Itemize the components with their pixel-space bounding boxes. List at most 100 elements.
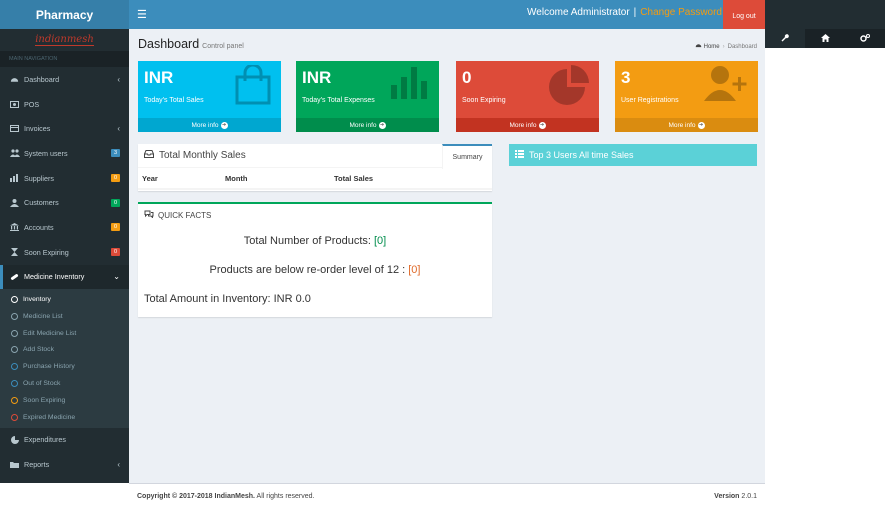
breadcrumb-separator: ›: [722, 44, 725, 50]
sidebar-item-invoices[interactable]: Invoices ‹: [0, 116, 129, 141]
submenu-item-medicine-list[interactable]: Medicine List: [0, 308, 129, 325]
box-number: INR: [144, 68, 174, 87]
sidebar: Pharmacy indianmesh MAIN NAVIGATION Dash…: [0, 0, 129, 483]
suppliers-icon: [9, 174, 20, 183]
chevron-left-icon: ‹: [117, 460, 120, 470]
sidebar-item-expenditures[interactable]: Expenditures: [0, 428, 129, 453]
products-count-fact: Total Number of Products: [0]: [138, 235, 492, 247]
sidebar-item-reports[interactable]: Reports ‹: [0, 452, 129, 477]
version-number: 2.0.1: [741, 493, 757, 500]
tab-wrench[interactable]: [765, 29, 805, 48]
app-logo[interactable]: Pharmacy: [0, 0, 129, 29]
bank-icon: [9, 223, 20, 232]
customers-icon: [9, 198, 20, 207]
more-info-text: More info: [349, 121, 377, 129]
copyright: Copyright © 2017-2018 IndianMesh. All ri…: [137, 493, 315, 500]
box-number: 3: [621, 68, 631, 87]
top-navbar: ☰ Welcome Administrator | Change Password …: [129, 0, 765, 29]
products-count-label: Total Number of Products:: [243, 235, 371, 247]
box-label: Today's Total Expenses: [302, 97, 375, 104]
logout-button[interactable]: Log out: [723, 0, 765, 29]
bar-chart-icon: [391, 65, 429, 101]
sidebar-footer-space: [0, 483, 129, 511]
sidebar-item-label: Soon Expiring: [24, 247, 69, 257]
submenu-item-expired-medicine[interactable]: Expired Medicine: [0, 409, 129, 426]
sidebar-item-pos[interactable]: POS: [0, 92, 129, 117]
column-header-month: Month: [225, 173, 248, 183]
circle-icon: [11, 363, 18, 371]
invoice-icon: [9, 125, 20, 133]
submenu-item-edit-medicine-list[interactable]: Edit Medicine List: [0, 325, 129, 342]
top-users-panel[interactable]: Top 3 Users All time Sales: [509, 144, 757, 166]
sidebar-item-soon-expiring[interactable]: Soon Expiring 0: [0, 240, 129, 265]
column-header-total-sales: Total Sales: [334, 173, 374, 183]
submenu-label: Out of Stock: [23, 380, 61, 388]
chevron-left-icon: ‹: [117, 74, 120, 84]
medicine-submenu: Inventory Medicine List Edit Medicine Li…: [0, 289, 129, 428]
submenu-item-inventory[interactable]: Inventory: [0, 291, 129, 308]
users-count-badge: 3: [111, 149, 120, 158]
monthly-sales-table-header: Year Month Total Sales: [138, 168, 492, 190]
tab-summary[interactable]: Summary: [442, 144, 492, 169]
copyright-text: Copyright © 2017-2018 IndianMesh.: [137, 493, 255, 500]
tab-home[interactable]: [805, 29, 845, 48]
monthly-sales-header: Total Monthly Sales Summary: [138, 144, 492, 169]
menu-icon[interactable]: ☰: [137, 8, 147, 21]
submenu-item-add-stock[interactable]: Add Stock: [0, 342, 129, 359]
sidebar-item-suppliers[interactable]: Suppliers 0: [0, 166, 129, 191]
submenu-label: Add Stock: [23, 346, 54, 354]
page-footer: Copyright © 2017-2018 IndianMesh. All ri…: [129, 483, 765, 511]
sidebar-item-accounts[interactable]: Accounts 0: [0, 215, 129, 240]
sidebar-item-label: Dashboard: [24, 74, 60, 84]
box-number: 0: [462, 68, 472, 87]
sidebar-item-dashboard[interactable]: Dashboard ‹: [0, 67, 129, 92]
hourglass-icon: [9, 248, 20, 257]
suppliers-count-badge: 0: [111, 174, 120, 183]
circle-icon: [11, 329, 18, 337]
th-list-icon: [515, 150, 524, 160]
box-label: User Registrations: [621, 97, 679, 104]
arrow-circle-right-icon: ➜: [538, 121, 546, 129]
submenu-label: Soon Expiring: [23, 396, 66, 404]
submenu-item-out-of-stock[interactable]: Out of Stock: [0, 375, 129, 392]
more-info-link[interactable]: More info ➜: [456, 118, 599, 132]
sidebar-item-label: Suppliers: [24, 173, 54, 183]
reorder-level-value: [0]: [408, 264, 421, 276]
quick-facts-title-text: QUICK FACTS: [158, 210, 212, 220]
wrench-icon: [781, 33, 789, 44]
control-sidebar-body: [765, 48, 885, 511]
rights-text: All rights reserved.: [256, 493, 315, 500]
submenu-item-soon-expiring[interactable]: Soon Expiring: [0, 392, 129, 409]
change-password-link[interactable]: Change Password: [640, 7, 722, 18]
products-count-value: [0]: [374, 235, 387, 247]
more-info-link[interactable]: More info ➜: [615, 118, 758, 132]
pie-chart-icon: [549, 65, 589, 107]
expenses-box: INR Today's Total Expenses More info ➜: [296, 61, 439, 132]
submenu-label: Edit Medicine List: [23, 329, 77, 337]
circle-icon: [11, 380, 18, 388]
control-sidebar-tabs: [765, 29, 885, 48]
inbox-icon: [144, 150, 154, 161]
more-info-link[interactable]: More info ➜: [138, 118, 281, 132]
sidebar-item-customers[interactable]: Customers 0: [0, 190, 129, 215]
sidebar-item-label: POS: [24, 99, 40, 109]
circle-icon: [11, 346, 18, 354]
sales-box: INR Today's Total Sales More info ➜: [138, 61, 281, 132]
circle-icon: [11, 396, 18, 404]
breadcrumb-current: Dashboard: [727, 44, 757, 50]
sidebar-item-system-users[interactable]: System users 3: [0, 141, 129, 166]
reorder-level-fact: Products are below re-order level of 12 …: [138, 264, 492, 276]
sidebar-item-label: System users: [24, 148, 68, 158]
dashboard-icon: [695, 44, 702, 50]
submenu-label: Purchase History: [23, 363, 75, 371]
more-info-link[interactable]: More info ➜: [296, 118, 439, 132]
chevron-down-icon: ⌄: [113, 272, 120, 282]
tab-settings[interactable]: [845, 29, 885, 48]
breadcrumb-home[interactable]: Home: [704, 44, 720, 50]
reorder-level-label: Products are below re-order level of 12 …: [209, 264, 406, 276]
arrow-circle-right-icon: ➜: [697, 121, 705, 129]
soon-expiring-box: 0 Soon Expiring More info ➜: [456, 61, 599, 132]
sidebar-item-medicine-inventory[interactable]: Medicine Inventory ⌄: [0, 264, 129, 290]
top-users-title: Top 3 Users All time Sales: [529, 150, 634, 160]
submenu-item-purchase-history[interactable]: Purchase History: [0, 358, 129, 375]
